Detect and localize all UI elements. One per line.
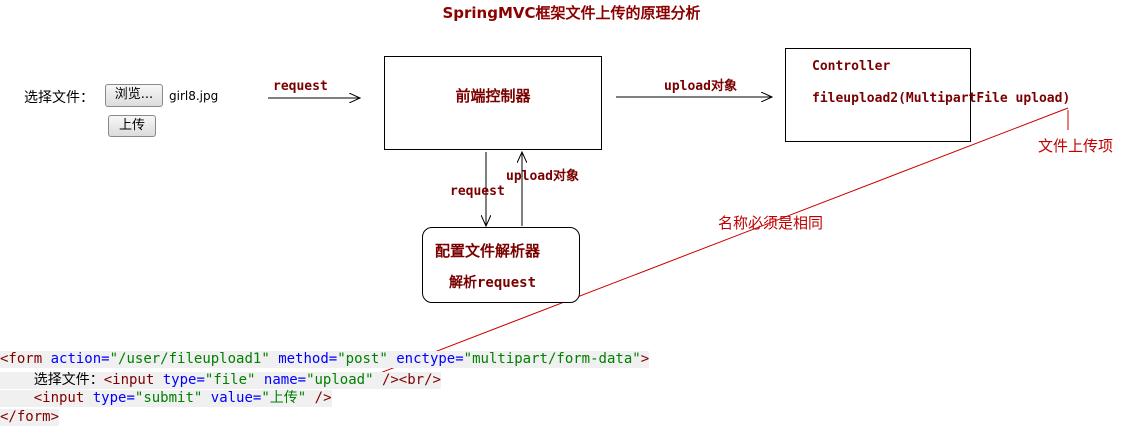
file-resolver-label: 配置文件解析器 bbox=[435, 242, 541, 260]
upload-object-label-1: upload对象 bbox=[664, 79, 737, 94]
front-controller-box: 前端控制器 bbox=[384, 56, 602, 150]
diagram-title: SpringMVC框架文件上传的原理分析 bbox=[442, 4, 701, 22]
selected-file-name: girl8.jpg bbox=[169, 89, 219, 103]
select-file-label: 选择文件： bbox=[24, 90, 94, 106]
file-upload-item-annotation: 文件上传项 bbox=[1038, 137, 1114, 155]
upload-button[interactable]: 上传 bbox=[108, 115, 156, 137]
code-line-1: <form action="/user/fileupload1" method=… bbox=[0, 351, 650, 368]
code-line-3: <input type="submit" value="上传" /> bbox=[0, 390, 332, 407]
controller-method-signature: fileupload2(MultipartFile upload) bbox=[812, 91, 1071, 106]
file-resolver-box: 配置文件解析器 解析request bbox=[422, 227, 580, 303]
code-line-4: </form> bbox=[0, 409, 60, 426]
upload-object-label-2: upload对象 bbox=[506, 169, 579, 184]
code-line-2: 选择文件：<input type="file" name="upload" />… bbox=[0, 372, 441, 389]
resolve-request-label: 解析request bbox=[449, 275, 537, 291]
request-label-2: request bbox=[450, 184, 505, 199]
same-name-annotation: 名称必须是相同 bbox=[718, 214, 824, 232]
front-controller-label: 前端控制器 bbox=[455, 87, 531, 105]
controller-box: Controller fileupload2(MultipartFile upl… bbox=[785, 48, 1070, 142]
request-label-1: request bbox=[273, 79, 328, 94]
controller-label: Controller bbox=[812, 59, 891, 74]
browse-button[interactable]: 浏览... bbox=[105, 84, 163, 107]
